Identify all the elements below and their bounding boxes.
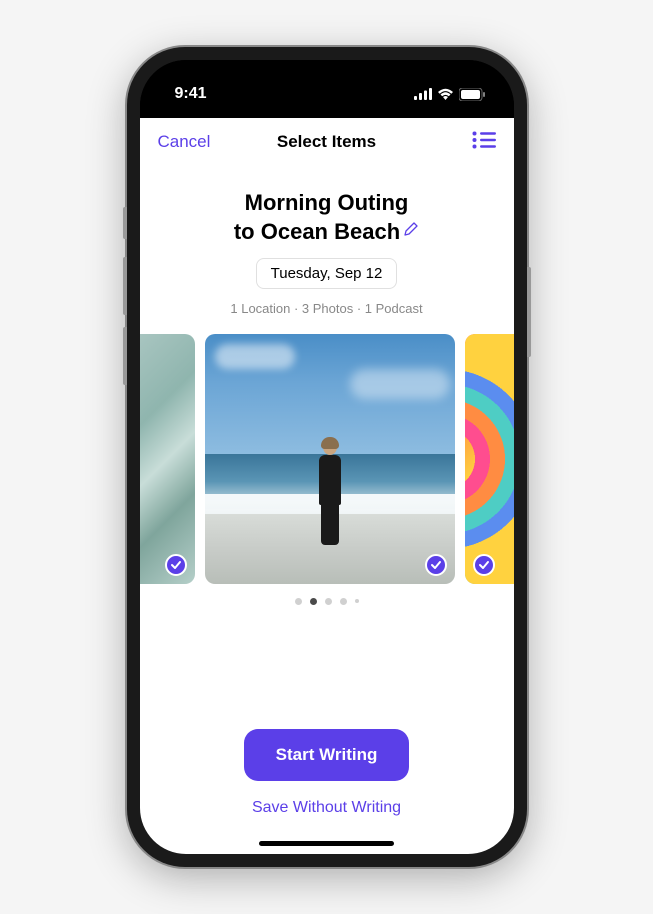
- summary-text: 1 Location · 3 Photos · 1 Podcast: [230, 301, 422, 316]
- cancel-button[interactable]: Cancel: [158, 132, 211, 152]
- phone-silence-switch: [123, 207, 127, 239]
- carousel-item-prev[interactable]: [140, 334, 195, 584]
- dynamic-island: [269, 74, 384, 108]
- status-icons: [414, 88, 486, 101]
- carousel-item-current[interactable]: [205, 334, 455, 584]
- entry-title-line1: Morning Outing: [234, 190, 419, 216]
- home-indicator[interactable]: [259, 841, 394, 846]
- list-view-icon[interactable]: [472, 131, 496, 154]
- phone-frame: 9:41 Cancel Select Items: [127, 47, 527, 867]
- page-indicator: [295, 598, 359, 605]
- save-without-writing-button[interactable]: Save Without Writing: [244, 791, 409, 825]
- wifi-icon: [437, 88, 454, 100]
- page-title: Select Items: [277, 132, 376, 152]
- page-dot: [295, 598, 302, 605]
- selected-check-icon[interactable]: [165, 554, 187, 576]
- phone-volume-down: [123, 327, 127, 385]
- bottom-actions: Start Writing Save Without Writing: [222, 729, 431, 835]
- cellular-signal-icon: [414, 88, 432, 100]
- selected-check-icon[interactable]: [425, 554, 447, 576]
- status-time: 9:41: [175, 85, 207, 103]
- main-section: Morning Outing to Ocean Beach Tuesday, S…: [140, 166, 514, 854]
- media-carousel[interactable]: [140, 334, 514, 584]
- entry-title[interactable]: Morning Outing to Ocean Beach: [234, 190, 419, 246]
- edit-pencil-icon[interactable]: [404, 216, 419, 242]
- selected-check-icon[interactable]: [473, 554, 495, 576]
- phone-volume-up: [123, 257, 127, 315]
- screen: 9:41 Cancel Select Items: [140, 60, 514, 854]
- navigation-bar: Cancel Select Items: [140, 118, 514, 166]
- page-dot: [355, 599, 359, 603]
- photo-sky: [205, 334, 455, 454]
- photo-person: [315, 439, 345, 549]
- start-writing-button[interactable]: Start Writing: [244, 729, 409, 781]
- page-dot-active: [310, 598, 317, 605]
- battery-icon: [459, 88, 486, 101]
- entry-date-button[interactable]: Tuesday, Sep 12: [256, 258, 398, 289]
- page-dot: [340, 598, 347, 605]
- carousel-item-next[interactable]: [465, 334, 514, 584]
- phone-power-button: [527, 267, 531, 357]
- app-content: Cancel Select Items Morning Outing to Oc…: [140, 118, 514, 854]
- page-dot: [325, 598, 332, 605]
- entry-title-line2: to Ocean Beach: [234, 219, 400, 245]
